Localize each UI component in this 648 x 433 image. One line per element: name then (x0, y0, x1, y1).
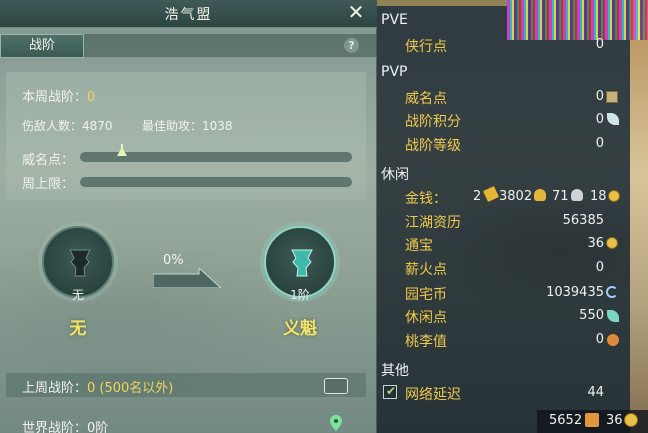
prestige-bar (80, 144, 352, 162)
pvp-item-label: 战阶等级 (405, 138, 461, 154)
pve-item-value: 0 (595, 37, 604, 52)
leisure-item-label: 园宅币 (405, 287, 447, 303)
pvp-item-value: 0 (595, 136, 604, 151)
help-icon[interactable]: ? (344, 38, 359, 53)
urn-icon (69, 249, 91, 277)
pvp-item-label: 战阶积分 (405, 114, 461, 130)
latency-checkbox[interactable]: ✔ (383, 384, 397, 399)
leisure-item-value: 1039435 (546, 285, 604, 300)
progress-arrow-icon (153, 268, 221, 288)
weekly-cap-label: 周上限： (22, 177, 75, 192)
pvp-header: PVP (381, 64, 408, 80)
last-week-row: 上周战阶：0 (500名以外) (22, 377, 173, 396)
leisure-item-label: 薪火点 (405, 262, 447, 278)
last-week-label: 上周战阶： (22, 381, 88, 396)
top-strip (377, 0, 507, 6)
leisure-item-value: 56385 (562, 213, 604, 228)
world-rank-value: 0阶 (87, 421, 109, 433)
urn-icon (291, 249, 313, 277)
leisure-item-label: 江湖资历 (405, 215, 461, 231)
gold-ingot-icon (534, 189, 546, 201)
leisure-item-label: 休闲点 (405, 310, 447, 326)
currency-panel: PVE 侠行点 0 PVP 威名点 0 战阶积分 0 战阶等级 0 休闲 金钱：… (377, 0, 648, 433)
copper-coin-icon (608, 190, 620, 202)
next-rank-sub: 1阶 (290, 288, 310, 302)
footer-coin-icon (624, 413, 638, 427)
boot-icon (585, 413, 599, 427)
last-week-value: 0 (500名以外) (87, 381, 174, 396)
pve-header: PVE (381, 12, 408, 28)
world-rank-label: 世界战阶： (22, 421, 88, 433)
world-rank-row: 世界战阶：0阶 (22, 417, 108, 433)
prestige-icon (606, 91, 618, 103)
latency-label: 网络延迟 (405, 387, 461, 403)
current-rank-sub: 无 (71, 288, 84, 302)
kills-row: 伤敌人数：4870 (22, 117, 113, 134)
money-silver: 3802 (499, 189, 533, 204)
kills-label: 伤敌人数： (22, 119, 83, 133)
garden-coin-icon (606, 286, 618, 298)
scene-strip (630, 0, 648, 433)
leisure-item-value: 550 (579, 308, 604, 323)
peach-gourd-icon (607, 334, 619, 346)
prestige-label: 威名点： (22, 153, 75, 168)
next-rank-name: 义魁 (283, 319, 317, 339)
weekly-cap-bar (80, 177, 352, 187)
rank-percent: 0% (163, 253, 184, 268)
money-other: 18 (590, 189, 607, 204)
leisure-item-value: 36 (587, 236, 604, 251)
tongbao-coin-icon (606, 237, 618, 249)
current-rank-name: 无 (69, 319, 87, 339)
alliance-panel: 浩气盟 ✕ 战阶 ? 本周战阶：0 伤敌人数：4870 最佳助攻：1038 威名… (0, 0, 377, 433)
window-title: 浩气盟 (164, 7, 213, 23)
money-copper: 71 (552, 189, 569, 204)
footer-left-value: 5652 (549, 413, 583, 428)
assist-row: 最佳助攻：1038 (142, 117, 233, 134)
pvp-item-label: 威名点 (405, 91, 447, 107)
title-bar: 浩气盟 ✕ (0, 0, 377, 28)
tab-rank[interactable]: 战阶 (0, 34, 84, 58)
pvp-item-value: 0 (595, 89, 604, 104)
tab-row: 战阶 ? (0, 34, 377, 58)
leisure-item-label: 通宝 (405, 238, 433, 254)
other-header: 其他 (381, 363, 409, 379)
weekly-rank-label: 本周战阶： (22, 90, 88, 105)
assist-value: 1038 (202, 119, 233, 133)
leisure-item-value: 0 (595, 332, 604, 347)
close-icon[interactable]: ✕ (345, 1, 367, 23)
prestige-marker (117, 147, 127, 156)
pvp-item-value: 0 (595, 112, 604, 127)
assist-label: 最佳助攻： (142, 119, 203, 133)
check-icon: ✔ (386, 384, 397, 398)
pve-item-label: 侠行点 (405, 39, 447, 55)
leisure-item-value: 0 (595, 260, 604, 275)
footer-right-value: 36 (606, 413, 623, 428)
leisure-item-label: 桃李值 (405, 334, 447, 350)
weekly-rank-value: 0 (87, 90, 96, 105)
money-gold: 2 (473, 189, 482, 204)
glitch-artifact (507, 0, 648, 40)
kills-value: 4870 (82, 119, 113, 133)
money-label: 金钱： (405, 191, 447, 207)
weekly-rank-row: 本周战阶：0 (22, 86, 95, 105)
silver-ingot-icon (571, 189, 583, 201)
location-pin-icon[interactable] (330, 415, 342, 431)
chest-icon[interactable] (324, 378, 348, 394)
leisure-header: 休闲 (381, 167, 409, 183)
latency-value: 44 (587, 385, 604, 400)
